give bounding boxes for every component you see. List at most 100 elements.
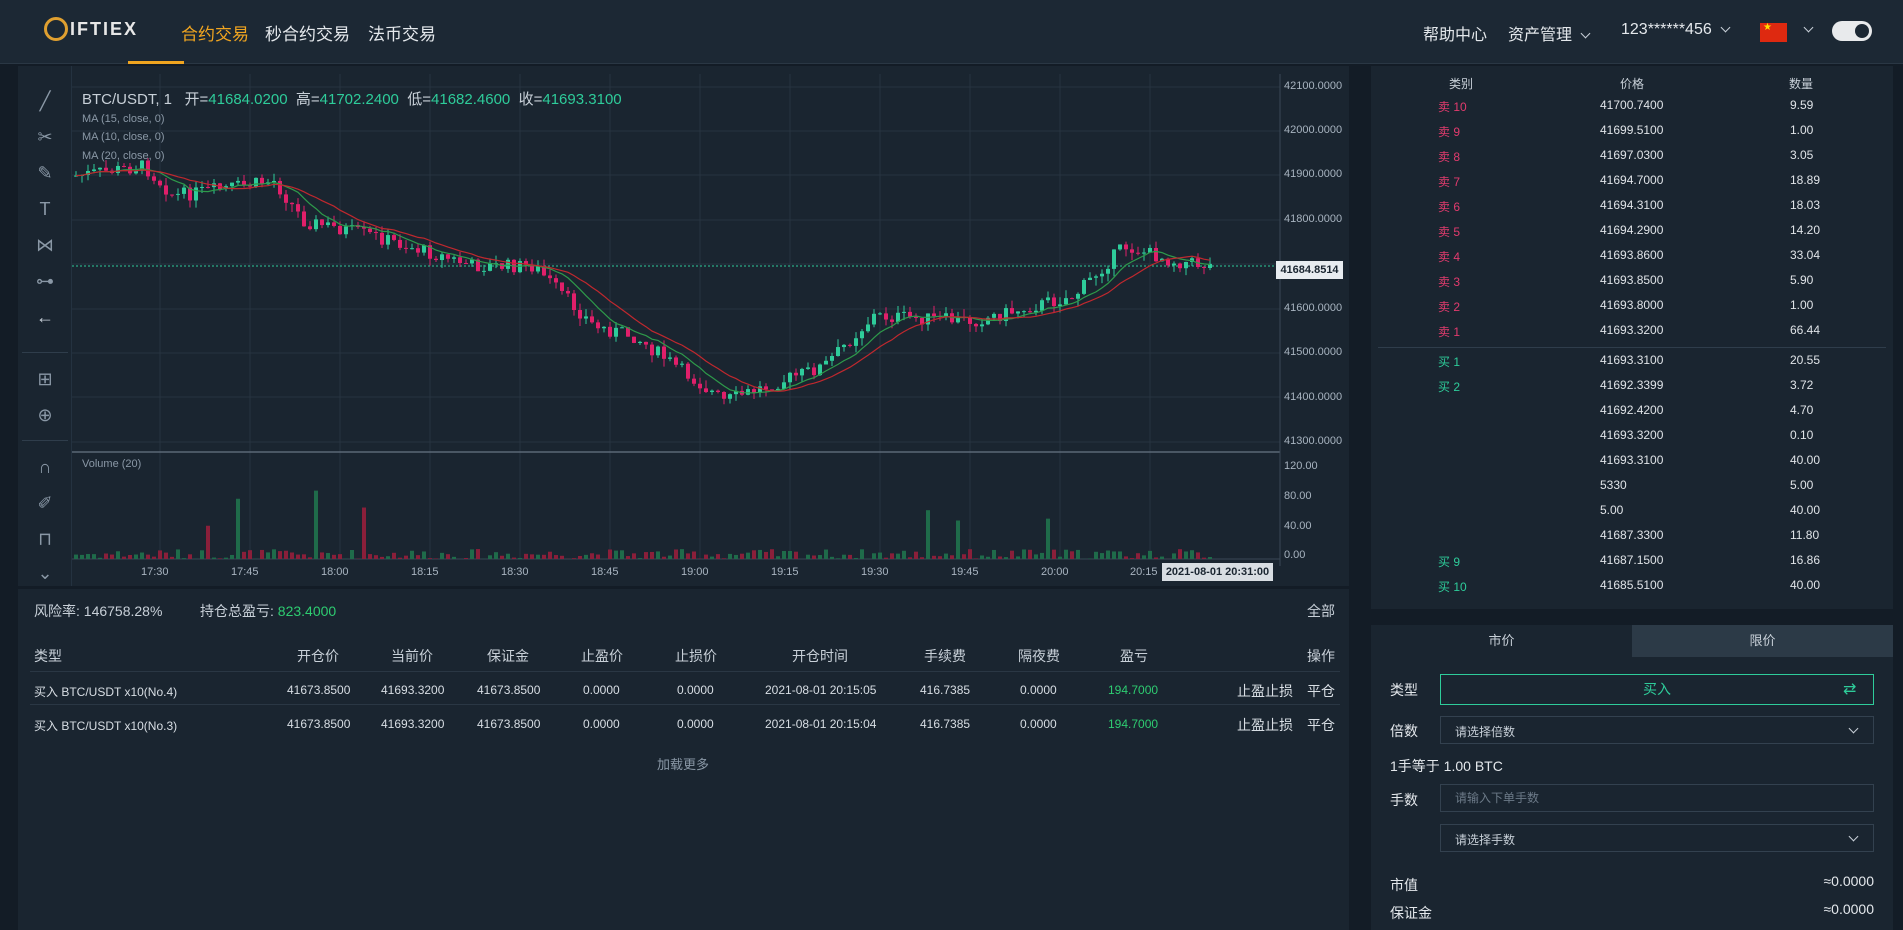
asset-management-menu[interactable]: 资产管理 [1508,21,1591,45]
ob-qty[interactable]: 18.89 [1790,173,1820,187]
theme-toggle[interactable] [1832,21,1872,41]
ob-qty[interactable]: 3.05 [1790,148,1813,162]
chevron-down-icon[interactable]: ⌄ [32,560,58,586]
ob-side-label[interactable]: 卖 3 [1438,273,1460,290]
ob-qty[interactable]: 1.00 [1790,123,1813,137]
ob-qty[interactable]: 18.03 [1790,198,1820,212]
ob-side-label[interactable]: 卖 8 [1438,148,1460,165]
pattern-icon[interactable]: ⋈ [32,232,58,258]
buy-type-button[interactable]: 买入 [1440,674,1874,705]
nav-fiat-trade[interactable]: 法币交易 [368,20,436,45]
ob-qty[interactable]: 11.80 [1790,528,1819,542]
ob-qty[interactable]: 3.72 [1790,378,1813,392]
col-stop-loss: 止损价 [675,648,717,664]
back-arrow-icon[interactable]: ← [32,304,58,330]
cursor-icon[interactable]: ╱ [32,88,58,114]
row-current-price: 41693.3200 [381,683,445,697]
magnet-icon[interactable]: ∩ [32,454,58,480]
ob-side-label[interactable]: 卖 2 [1438,298,1460,315]
ob-price[interactable]: 41694.3100 [1600,198,1663,212]
ob-side-label[interactable]: 卖 9 [1438,123,1460,140]
ob-price[interactable]: 41693.8500 [1600,273,1663,287]
candle-body [1130,249,1134,253]
ruler-icon[interactable]: ⊞ [32,366,58,392]
ob-price[interactable]: 41693.8600 [1600,248,1663,262]
ob-price[interactable]: 41697.0300 [1600,148,1663,162]
ob-qty[interactable]: 33.04 [1790,248,1820,262]
ob-side-label[interactable]: 卖 4 [1438,248,1460,265]
ob-price[interactable]: 41699.5100 [1600,123,1663,137]
user-menu[interactable]: 123******456 [1621,21,1731,39]
china-flag-icon[interactable] [1760,22,1787,42]
ob-side-label[interactable]: 买 10 [1438,578,1467,595]
risk-rate: 风险率: 146758.28% [34,601,162,621]
ob-side-label[interactable]: 卖 10 [1438,98,1467,115]
ob-qty[interactable]: 5.90 [1790,273,1813,287]
ob-price[interactable]: 5330 [1600,478,1627,492]
ob-qty[interactable]: 20.55 [1790,353,1820,367]
ob-qty[interactable]: 9.59 [1790,98,1813,112]
ob-price[interactable]: 41693.8000 [1600,298,1663,312]
volume-label: Volume (20) [82,458,142,470]
ob-price[interactable]: 41693.3200 [1600,428,1663,442]
brush-icon[interactable]: ✎ [32,160,58,186]
candlestick-chart[interactable] [72,66,1349,586]
ob-qty[interactable]: 40.00 [1790,578,1820,592]
filter-all-button[interactable]: 全部 [1307,601,1335,621]
trendline-icon[interactable]: ✂ [32,124,58,150]
tab-market[interactable]: 市价 [1371,625,1632,657]
lock-icon[interactable]: ⊓ [32,526,58,552]
nav-second-contract[interactable]: 秒合约交易 [265,20,350,45]
ob-price[interactable]: 41692.3399 [1600,378,1663,392]
zoom-in-icon[interactable]: ⊕ [32,402,58,428]
close-position-button[interactable]: 平仓 [1307,681,1335,701]
ob-qty[interactable]: 0.10 [1790,428,1813,442]
ob-price[interactable]: 41700.7400 [1600,98,1663,112]
nav-contract-trade[interactable]: 合约交易 [181,20,249,45]
swap-icon[interactable]: ⇄ [1843,679,1856,699]
ob-price[interactable]: 41687.3300 [1600,528,1663,542]
ob-side-label[interactable]: 买 9 [1438,553,1460,570]
ob-price[interactable]: 41693.3100 [1600,353,1663,367]
ob-side-label[interactable]: 卖 7 [1438,173,1460,190]
ob-side-label[interactable]: 卖 6 [1438,198,1460,215]
time-tick: 17:45 [231,566,259,578]
ob-qty[interactable]: 4.70 [1790,403,1813,417]
ob-price[interactable]: 41693.3200 [1600,323,1663,337]
ob-price[interactable]: 41694.2900 [1600,223,1663,237]
lots-input[interactable] [1440,784,1874,812]
ob-price[interactable]: 41685.5100 [1600,578,1663,592]
ob-side-label[interactable]: 卖 1 [1438,323,1460,340]
help-center-link[interactable]: 帮助中心 [1423,21,1487,45]
text-icon[interactable]: T [32,196,58,222]
ob-side-label[interactable]: 买 2 [1438,378,1460,395]
ob-price[interactable]: 41694.7000 [1600,173,1663,187]
ob-qty[interactable]: 40.00 [1790,453,1820,467]
ob-side-label[interactable]: 买 1 [1438,353,1460,370]
ob-price[interactable]: 41692.4200 [1600,403,1663,417]
ob-qty[interactable]: 16.86 [1790,553,1820,567]
ob-price[interactable]: 41693.3100 [1600,453,1663,467]
candle-body [680,363,684,365]
logo[interactable]: IFTIEX [44,17,138,41]
load-more-button[interactable]: 加载更多 [657,754,709,773]
ob-price[interactable]: 41687.1500 [1600,553,1663,567]
time-tick: 20:00 [1041,566,1069,578]
language-menu[interactable] [1795,21,1814,39]
volume-bar [734,554,738,559]
measure-icon[interactable]: ⊶ [32,268,58,294]
ob-qty[interactable]: 1.00 [1790,298,1813,312]
set-tp-sl-button[interactable]: 止盈止损 [1237,715,1293,735]
lock-drawing-icon[interactable]: ✐ [32,490,58,516]
ob-qty[interactable]: 14.20 [1790,223,1820,237]
close-position-button[interactable]: 平仓 [1307,715,1335,735]
ob-side-label[interactable]: 卖 5 [1438,223,1460,240]
ob-qty[interactable]: 66.44 [1790,323,1820,337]
leverage-select[interactable]: 请选择倍数 [1440,716,1874,744]
set-tp-sl-button[interactable]: 止盈止损 [1237,681,1293,701]
tab-limit[interactable]: 限价 [1632,625,1893,657]
ob-price[interactable]: 5.00 [1600,503,1623,517]
ob-qty[interactable]: 5.00 [1790,478,1813,492]
lots-select[interactable]: 请选择手数 [1440,824,1874,852]
ob-qty[interactable]: 40.00 [1790,503,1820,517]
